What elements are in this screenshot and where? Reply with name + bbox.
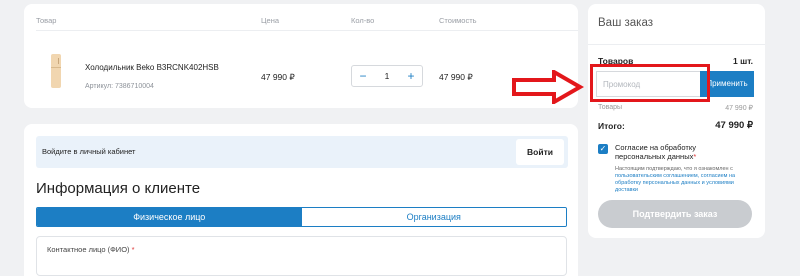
quantity-stepper: − 1 +: [351, 65, 423, 87]
header-divider: [36, 30, 578, 31]
goods-label: Товары: [598, 104, 623, 111]
column-header-price: Цена: [261, 16, 280, 25]
confirm-order-button[interactable]: Подтвердить заказ: [598, 200, 752, 228]
product-cost: 47 990 ₽: [439, 72, 473, 82]
product-name[interactable]: Холодильник Beko B3RCNK402HSB: [85, 63, 219, 72]
goods-value: 47 990 ₽: [725, 105, 753, 112]
consent-label: Согласие на обработку персональных данны…: [615, 143, 697, 161]
consent-checkbox[interactable]: ✓: [598, 144, 608, 154]
contact-person-label: Контактное лицо (ФИО) *: [47, 245, 135, 254]
column-header-product: Товар: [36, 16, 57, 25]
product-price: 47 990 ₽: [261, 72, 295, 82]
login-prompt: Войдите в личный кабинет: [42, 147, 136, 156]
product-image[interactable]: [51, 54, 61, 88]
contact-person-field[interactable]: Контактное лицо (ФИО) *: [36, 236, 567, 276]
annotation-highlight-box: [590, 64, 710, 102]
items-count-value: 1 шт.: [733, 56, 753, 66]
annotation-arrow-icon: [512, 70, 584, 104]
order-divider: [588, 44, 765, 45]
increase-quantity-button[interactable]: +: [403, 68, 419, 84]
column-header-cost: Стоимость: [439, 16, 477, 25]
consent-fine-print: Настоящим подтверждаю, что я ознакомлен …: [615, 166, 736, 193]
product-sku: Артикул: 7386710004: [85, 83, 154, 90]
cart-table: Товар Цена Кол-во Стоимость Холодильник …: [24, 4, 578, 108]
total-label: Итого:: [598, 121, 625, 131]
login-banner: Войдите в личный кабинет Войти: [36, 136, 568, 168]
order-summary: Ваш заказ Товаров 1 шт. Применить Товары…: [588, 4, 765, 238]
tab-organization[interactable]: Организация: [301, 208, 566, 226]
client-info-card: Войдите в личный кабинет Войти Информаци…: [24, 124, 578, 276]
client-info-title: Информация о клиенте: [36, 180, 201, 197]
order-title: Ваш заказ: [598, 17, 653, 29]
customer-type-tabs: Физическое лицо Организация: [36, 207, 567, 227]
tab-individual[interactable]: Физическое лицо: [37, 208, 302, 226]
login-button[interactable]: Войти: [516, 139, 564, 165]
total-value: 47 990 ₽: [715, 120, 753, 131]
user-agreement-link[interactable]: пользовательским соглашением, согласием …: [615, 173, 735, 193]
column-header-qty: Кол-во: [351, 16, 375, 25]
